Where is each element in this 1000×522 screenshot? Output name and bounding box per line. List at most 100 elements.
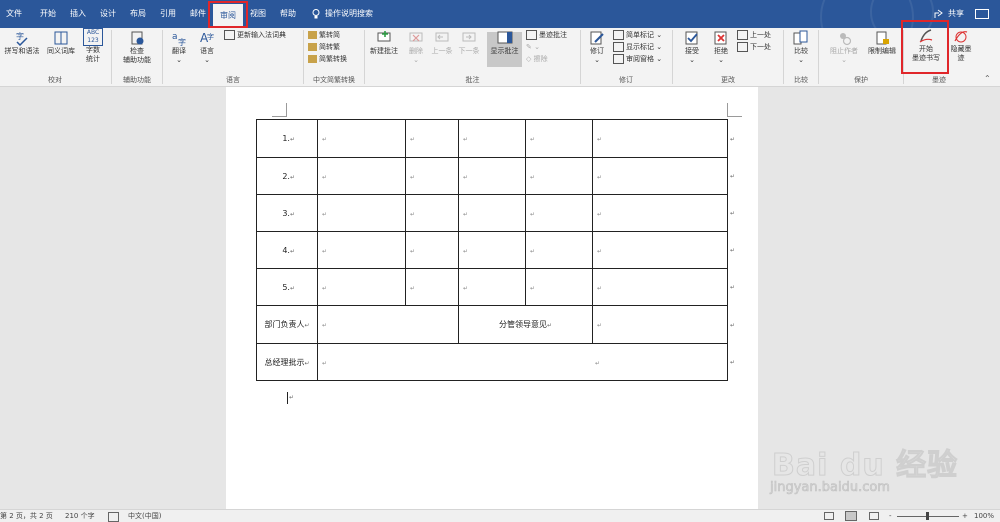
table-cell[interactable]: ↵ xyxy=(405,157,459,195)
chinese-convert-button[interactable]: 简繁转换 xyxy=(308,54,347,64)
cell-mark: ↵ xyxy=(530,174,536,181)
web-layout-icon[interactable] xyxy=(869,512,879,520)
table-cell[interactable]: ↵ xyxy=(405,231,459,269)
share-button[interactable]: 共享 xyxy=(948,0,964,28)
read-mode-icon[interactable] xyxy=(824,512,834,520)
language-status[interactable]: 中文(中国) xyxy=(128,510,161,522)
translate-label: 翻译 xyxy=(172,47,186,55)
print-layout-icon[interactable] xyxy=(845,511,857,521)
table-cell[interactable]: ↵ xyxy=(317,268,406,306)
table-cell[interactable]: 5.↵ xyxy=(256,268,318,306)
word-count-button[interactable]: ABC 123 字数 统计 xyxy=(80,28,106,64)
next-change-button[interactable]: 下一处 xyxy=(737,42,771,52)
check-accessibility-button[interactable]: 检查 辅助功能 xyxy=(116,30,158,65)
previous-change-button[interactable]: 上一处 xyxy=(737,30,771,40)
block-authors-button[interactable]: 阻止作者 ⌄ xyxy=(824,30,864,65)
table-cell[interactable]: ↵ xyxy=(592,119,728,158)
table-cell[interactable]: ↵ xyxy=(317,157,406,195)
reject-button[interactable]: 拒绝 ⌄ xyxy=(709,30,733,65)
dept-head-label: 部门负责人 xyxy=(264,320,305,329)
table-cell[interactable]: ↵ xyxy=(458,231,526,269)
tab-insert[interactable]: 插入 xyxy=(67,0,89,28)
update-ime-button[interactable]: 更新输入法词典 xyxy=(224,30,286,40)
tab-file[interactable]: 文件 xyxy=(3,0,25,28)
table-cell[interactable]: 4.↵ xyxy=(256,231,318,269)
tab-references[interactable]: 引用 xyxy=(157,0,179,28)
table-cell[interactable]: ↵ xyxy=(458,194,526,232)
abc-icon: ABC 123 xyxy=(83,28,103,46)
table-cell[interactable]: ↵ xyxy=(592,157,728,195)
accept-button[interactable]: 接受 ⌄ xyxy=(680,30,704,65)
show-comments-button[interactable]: 显示批注 xyxy=(487,30,522,56)
table-cell[interactable]: 3.↵ xyxy=(256,194,318,232)
table-cell[interactable]: ↵ xyxy=(458,157,526,195)
compare-button[interactable]: 比较 ⌄ xyxy=(788,30,814,65)
table-cell[interactable]: ↵ xyxy=(317,194,406,232)
spelling-grammar-button[interactable]: 字 拼写和语法 xyxy=(2,30,42,56)
tab-home[interactable]: 开始 xyxy=(37,0,59,28)
thesaurus-button[interactable]: 同义词库 xyxy=(43,30,79,56)
tab-view[interactable]: 视图 xyxy=(247,0,269,28)
table-cell[interactable]: ↵ xyxy=(458,268,526,306)
zoom-level[interactable]: 100% xyxy=(974,510,994,522)
lock-icon xyxy=(876,31,889,45)
table-cell[interactable]: 总经理批示↵ xyxy=(256,343,318,381)
table-cell[interactable]: ↵ xyxy=(525,194,593,232)
word-count[interactable]: 210 个字 xyxy=(65,510,95,522)
table-cell[interactable]: ↵ xyxy=(592,231,728,269)
table-cell[interactable]: ↵ xyxy=(592,268,728,306)
delete-comment-button[interactable]: 删除 ⌄ xyxy=(406,30,426,65)
eraser-button[interactable]: ◇ 擦除 xyxy=(526,54,548,64)
table-cell[interactable]: 2.↵ xyxy=(256,157,318,195)
tab-help[interactable]: 帮助 xyxy=(277,0,299,28)
table-cell[interactable]: 分管领导意见↵ xyxy=(458,305,593,344)
table-cell[interactable]: ↵ xyxy=(525,119,593,158)
table-cell[interactable]: 1.↵ xyxy=(256,119,318,158)
language-button[interactable]: A字 语言 ⌄ xyxy=(195,30,219,65)
restrict-editing-button[interactable]: 限制编辑 xyxy=(862,30,902,56)
cell-mark: ↵ xyxy=(597,174,603,181)
translate-button[interactable]: a字 翻译 ⌄ xyxy=(167,30,191,65)
tell-me-search[interactable]: 操作说明搜索 xyxy=(325,0,373,28)
zoom-slider-thumb[interactable] xyxy=(926,512,929,520)
tab-layout[interactable]: 布局 xyxy=(127,0,149,28)
simple-markup-dropdown[interactable]: 简单标记 ⌄ xyxy=(613,30,662,40)
table-cell[interactable]: ↵ xyxy=(405,119,459,158)
next-comment-button[interactable]: 下一条 xyxy=(457,30,481,56)
table-cell[interactable]: ↵ xyxy=(405,268,459,306)
chevron-down-icon: ⌄ xyxy=(413,56,419,64)
simp-to-trad-button[interactable]: 简转繁 xyxy=(308,42,340,52)
new-comment-button[interactable]: 新建批注 xyxy=(366,30,402,56)
ink-comment-button[interactable]: 墨迹批注 xyxy=(526,30,567,40)
table-cell[interactable]: 部门负责人↵ xyxy=(256,305,318,344)
table-cell[interactable]: ↵ xyxy=(458,119,526,158)
table-cell[interactable]: ↵ xyxy=(592,194,728,232)
table-cell[interactable]: ↵ ↵ xyxy=(317,343,728,381)
table-cell[interactable]: ↵ xyxy=(317,231,406,269)
cell-mark: ↵ xyxy=(597,285,603,292)
table-cell[interactable]: ↵ xyxy=(525,157,593,195)
prev-comment-button[interactable]: 上一条 xyxy=(430,30,454,56)
cell-mark: ↵ xyxy=(322,211,328,218)
hide-ink-button[interactable]: 隐藏墨 迹 xyxy=(949,28,973,63)
table-cell[interactable]: ↵ xyxy=(405,194,459,232)
zoom-in-button[interactable]: + xyxy=(962,510,968,522)
table-cell[interactable]: ↵ xyxy=(317,119,406,158)
trad-to-simp-button[interactable]: 繁转简 xyxy=(308,30,340,40)
pen-icon[interactable]: ✎ ⌄ xyxy=(526,42,540,52)
page-count[interactable]: 第 2 页，共 2 页 xyxy=(0,510,53,522)
tab-mailings[interactable]: 邮件 xyxy=(187,0,209,28)
tab-design[interactable]: 设计 xyxy=(97,0,119,28)
table-cell[interactable]: ↵ xyxy=(317,305,459,344)
collapse-ribbon-icon[interactable]: ⌃ xyxy=(984,74,991,83)
track-changes-button[interactable]: 修订 ⌄ xyxy=(585,30,609,65)
table-cell[interactable]: ↵ xyxy=(592,305,728,344)
comment-icon[interactable] xyxy=(975,9,989,19)
table-cell[interactable]: ↵ xyxy=(525,268,593,306)
zoom-out-button[interactable]: - xyxy=(889,510,892,522)
svg-text:字: 字 xyxy=(16,31,24,41)
reviewing-pane-button[interactable]: 审阅窗格 ⌄ xyxy=(613,54,662,64)
show-markup-button[interactable]: 显示标记 ⌄ xyxy=(613,42,662,52)
cell-mark: ↵ xyxy=(322,248,328,255)
table-cell[interactable]: ↵ xyxy=(525,231,593,269)
